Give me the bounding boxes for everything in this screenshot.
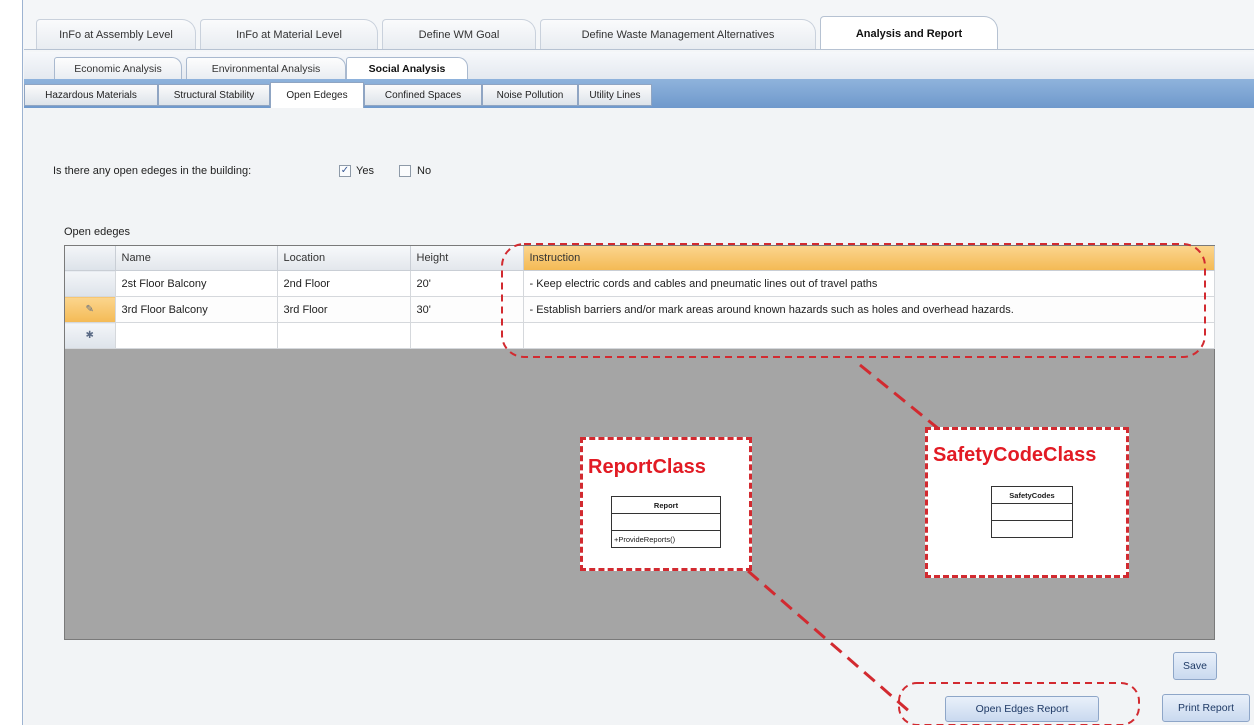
report-connector-line (747, 569, 911, 714)
uml-attributes (611, 513, 721, 531)
uml-method: +ProvideReports() (611, 530, 721, 548)
uml-methods (991, 520, 1073, 538)
safety-codes-uml-class: SafetyCodes (991, 486, 1073, 538)
report-button-highlight-oval (898, 682, 1140, 725)
safety-code-class-title: SafetyCodeClass (933, 444, 1097, 466)
report-class-annotation: ReportClass Report +ProvideReports() (580, 437, 752, 571)
instruction-highlight-oval (501, 243, 1206, 358)
uml-attributes (991, 503, 1073, 521)
report-uml-class: Report +ProvideReports() (611, 496, 721, 548)
uml-class-name: SafetyCodes (991, 486, 1073, 504)
safety-code-class-annotation: SafetyCodeClass SafetyCodes (925, 427, 1129, 578)
safety-connector-line (859, 363, 941, 432)
annotation-overlay (501, 243, 1206, 725)
uml-class-name: Report (611, 496, 721, 514)
report-class-title: ReportClass (588, 456, 706, 478)
